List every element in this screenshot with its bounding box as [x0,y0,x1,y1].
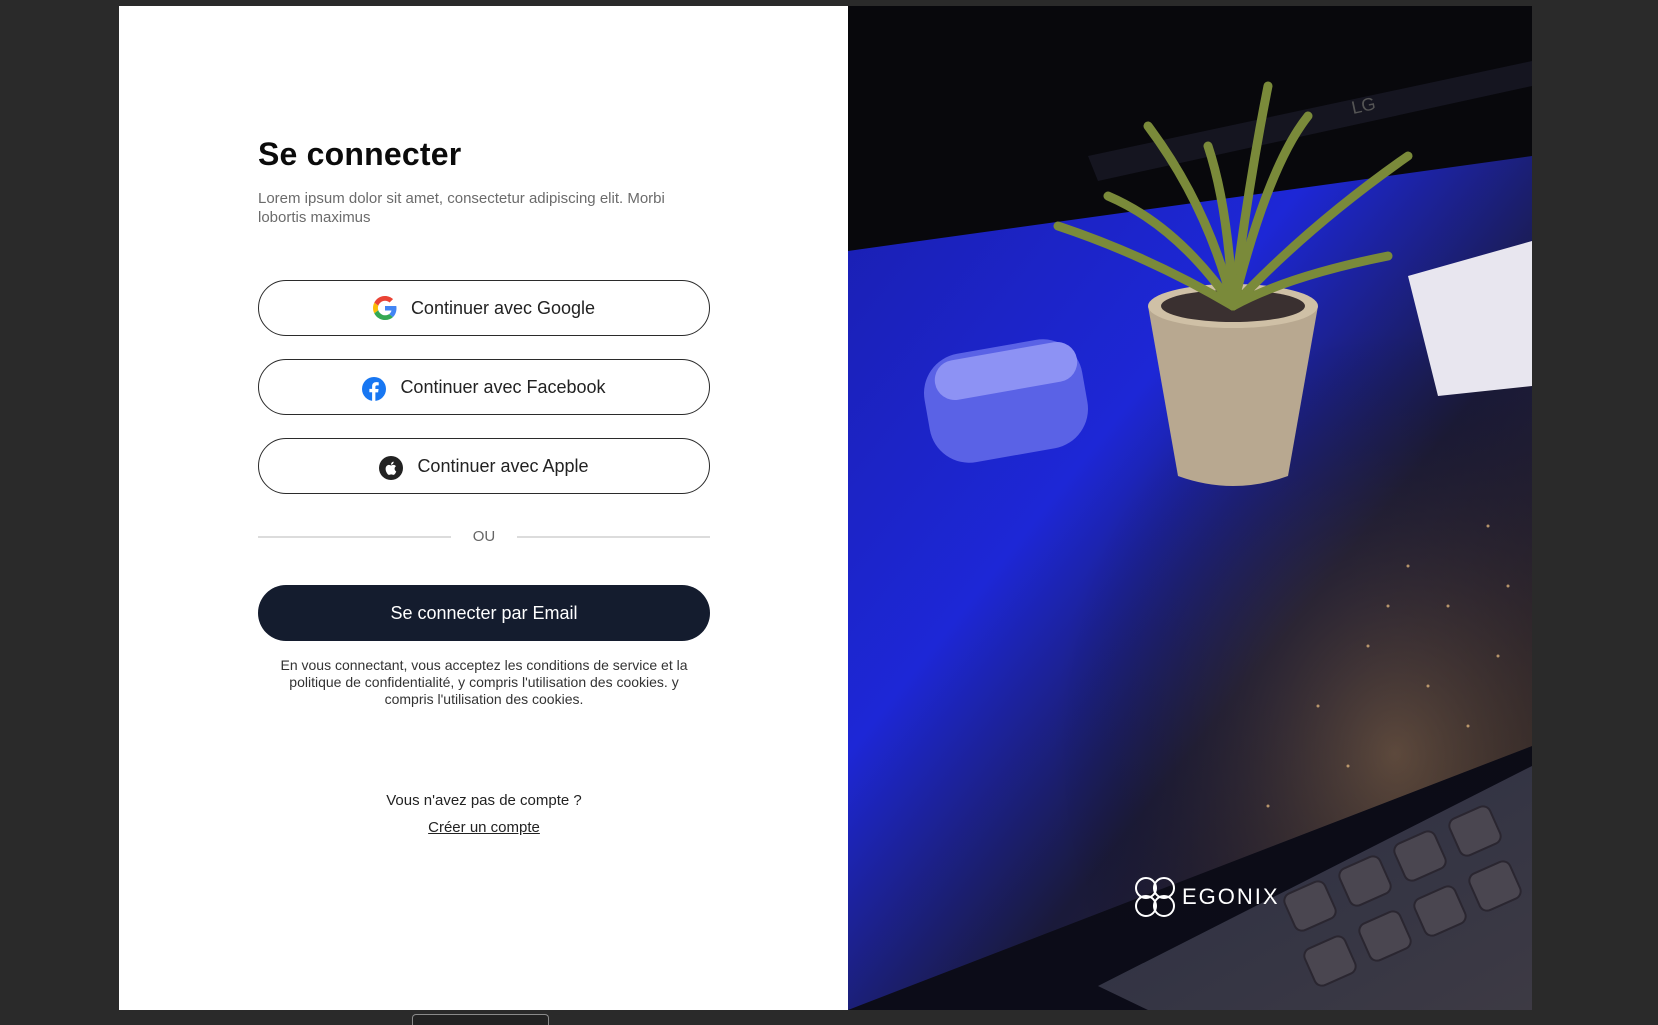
facebook-login-label: Continuer avec Facebook [400,376,606,397]
divider-line-right [517,535,710,538]
divider-line-left [258,535,451,538]
apple-icon [379,454,404,480]
bottom-tab-handle[interactable] [412,1014,549,1025]
login-form: Se connecter Lorem ipsum dolor sit amet,… [258,136,710,836]
email-login-button[interactable]: Se connecter par Email [258,585,710,641]
brand-logo: EGONIX [1132,874,1280,920]
google-login-button[interactable]: Continuer avec Google [258,280,710,336]
or-divider: OU [258,528,710,545]
no-account-text: Vous n'avez pas de compte ? [386,792,582,809]
legal-text: En vous connectant, vous acceptez les co… [280,657,688,707]
login-window: Se connecter Lorem ipsum dolor sit amet,… [119,6,1532,1010]
desk-photo-image: LG [848,6,1532,1010]
facebook-login-button[interactable]: Continuer avec Facebook [258,359,710,415]
create-account-link[interactable]: Créer un compte [428,819,540,836]
divider-text: OU [472,528,496,545]
page-title: Se connecter [258,136,462,172]
login-panel: Se connecter Lorem ipsum dolor sit amet,… [119,6,848,1010]
page-subtitle: Lorem ipsum dolor sit amet, consectetur … [258,190,665,226]
brand-logo-icon [1132,874,1178,920]
apple-login-button[interactable]: Continuer avec Apple [258,438,710,494]
facebook-icon [362,375,387,401]
google-icon [372,296,397,320]
google-login-label: Continuer avec Google [410,297,596,318]
signup-section: Vous n'avez pas de compte ? Créer un com… [258,792,710,836]
hero-photo: LG EGONIX [848,6,1532,1010]
apple-login-label: Continuer avec Apple [417,455,589,476]
brand-name: EGONIX [1182,884,1280,909]
